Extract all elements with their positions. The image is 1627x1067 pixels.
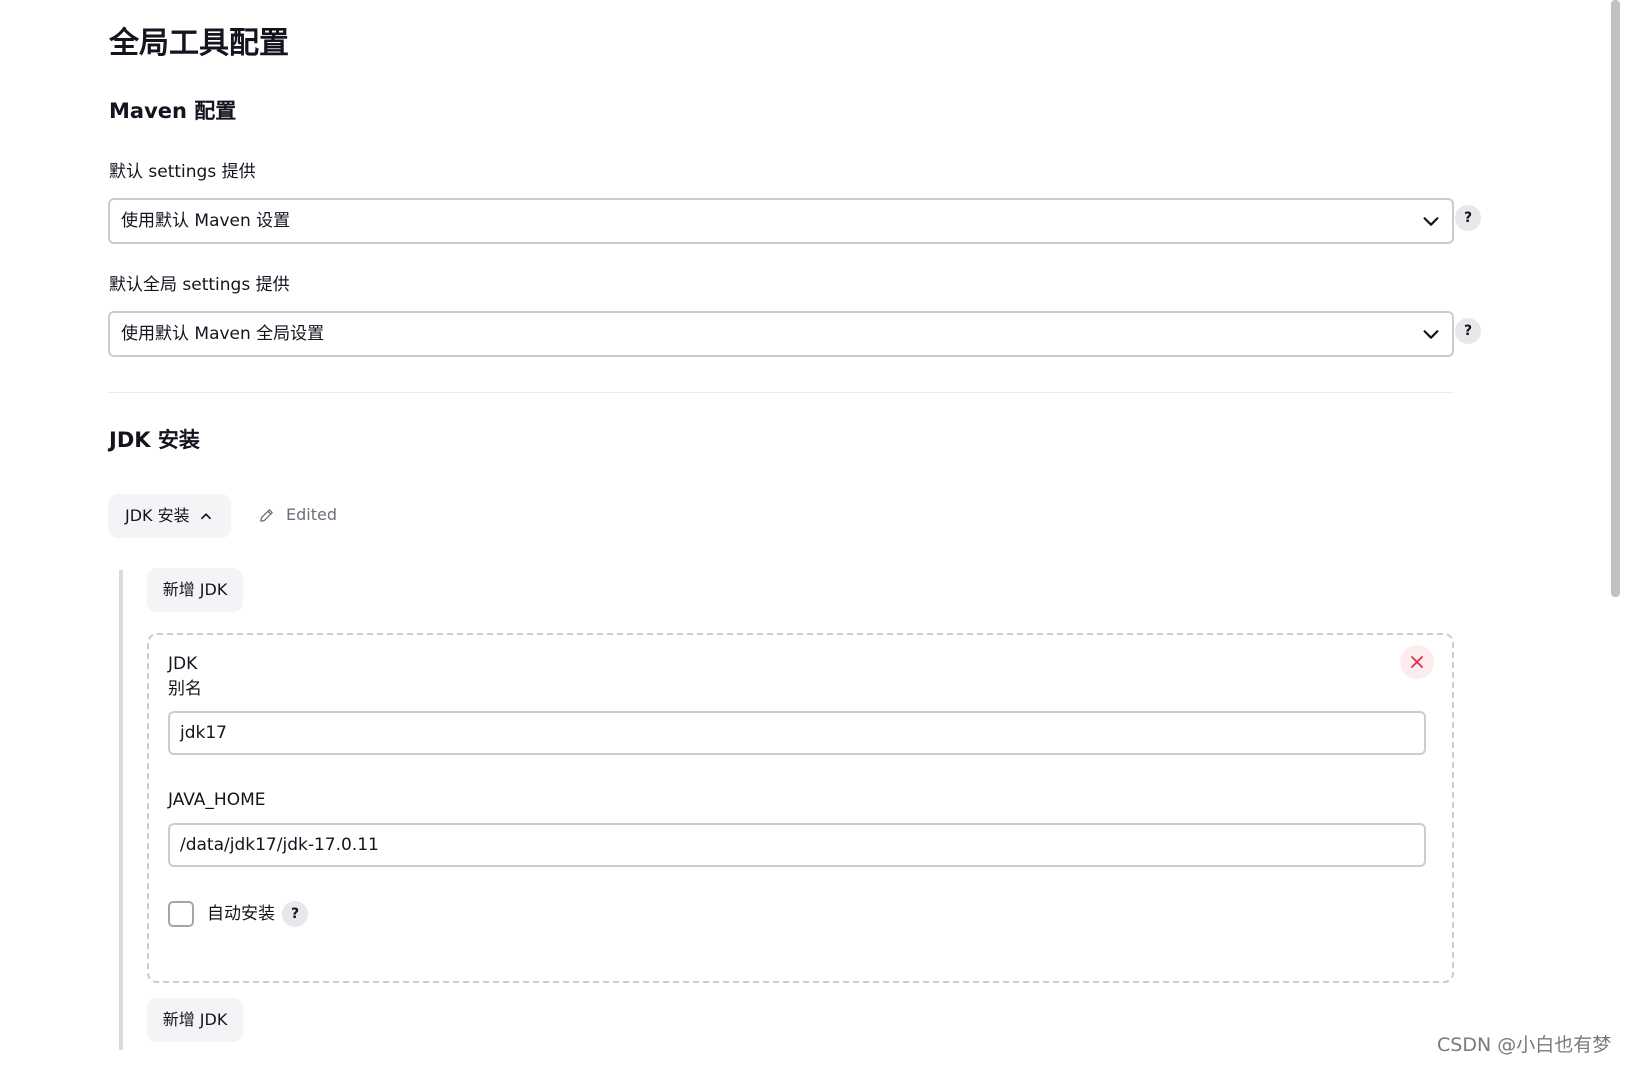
chevron-down-icon (1423, 330, 1439, 339)
maven-settings-select[interactable]: 使用默认 Maven 设置 (108, 198, 1454, 244)
section-divider (108, 392, 1454, 393)
add-jdk-button-top[interactable]: 新增 JDK (147, 568, 243, 612)
jdk-toggle-label: JDK 安装 (125, 506, 190, 525)
maven-global-settings-label: 默认全局 settings 提供 (109, 275, 290, 295)
vertical-scrollbar[interactable] (1611, 0, 1620, 597)
java-home-label: JAVA_HOME (168, 790, 266, 810)
maven-section-heading: Maven 配置 (109, 99, 237, 123)
maven-settings-help-icon[interactable]: ? (1455, 205, 1481, 231)
maven-global-settings-help-icon[interactable]: ? (1455, 318, 1481, 344)
jdk-name-input[interactable]: jdk17 (168, 711, 1426, 755)
auto-install-help-icon[interactable]: ? (282, 901, 308, 927)
delete-jdk-button[interactable] (1400, 645, 1434, 679)
auto-install-label: 自动安装 (207, 904, 275, 924)
global-tool-config-page: 全局工具配置 Maven 配置 默认 settings 提供 使用默认 Mave… (0, 0, 1627, 1067)
jdk-name-label: 别名 (168, 679, 202, 699)
maven-global-settings-select[interactable]: 使用默认 Maven 全局设置 (108, 311, 1454, 357)
jdk-type-label: JDK (168, 654, 198, 674)
maven-settings-label: 默认 settings 提供 (109, 162, 256, 182)
jdk-section-heading: JDK 安装 (109, 428, 200, 452)
maven-settings-selected-value: 使用默认 Maven 设置 (121, 211, 291, 231)
page-title: 全局工具配置 (109, 26, 289, 61)
repeatable-list-bar (119, 570, 123, 1050)
pencil-icon (260, 509, 273, 522)
java-home-input[interactable]: /data/jdk17/jdk-17.0.11 (168, 823, 1426, 867)
jdk-installations-toggle-button[interactable]: JDK 安装 (108, 494, 231, 538)
java-home-value: /data/jdk17/jdk-17.0.11 (180, 835, 379, 855)
jdk-name-value: jdk17 (180, 723, 227, 743)
maven-global-settings-selected-value: 使用默认 Maven 全局设置 (121, 324, 325, 344)
chevron-up-icon (201, 513, 211, 520)
jdk-installation-card (147, 633, 1454, 983)
chevron-down-icon (1423, 217, 1439, 226)
watermark: CSDN @小白也有梦 (1437, 1034, 1612, 1056)
edited-indicator: Edited (258, 504, 337, 526)
close-icon (1411, 656, 1423, 668)
auto-install-checkbox[interactable] (168, 901, 194, 927)
add-jdk-button-bottom[interactable]: 新增 JDK (147, 998, 243, 1042)
edited-label: Edited (286, 505, 337, 524)
